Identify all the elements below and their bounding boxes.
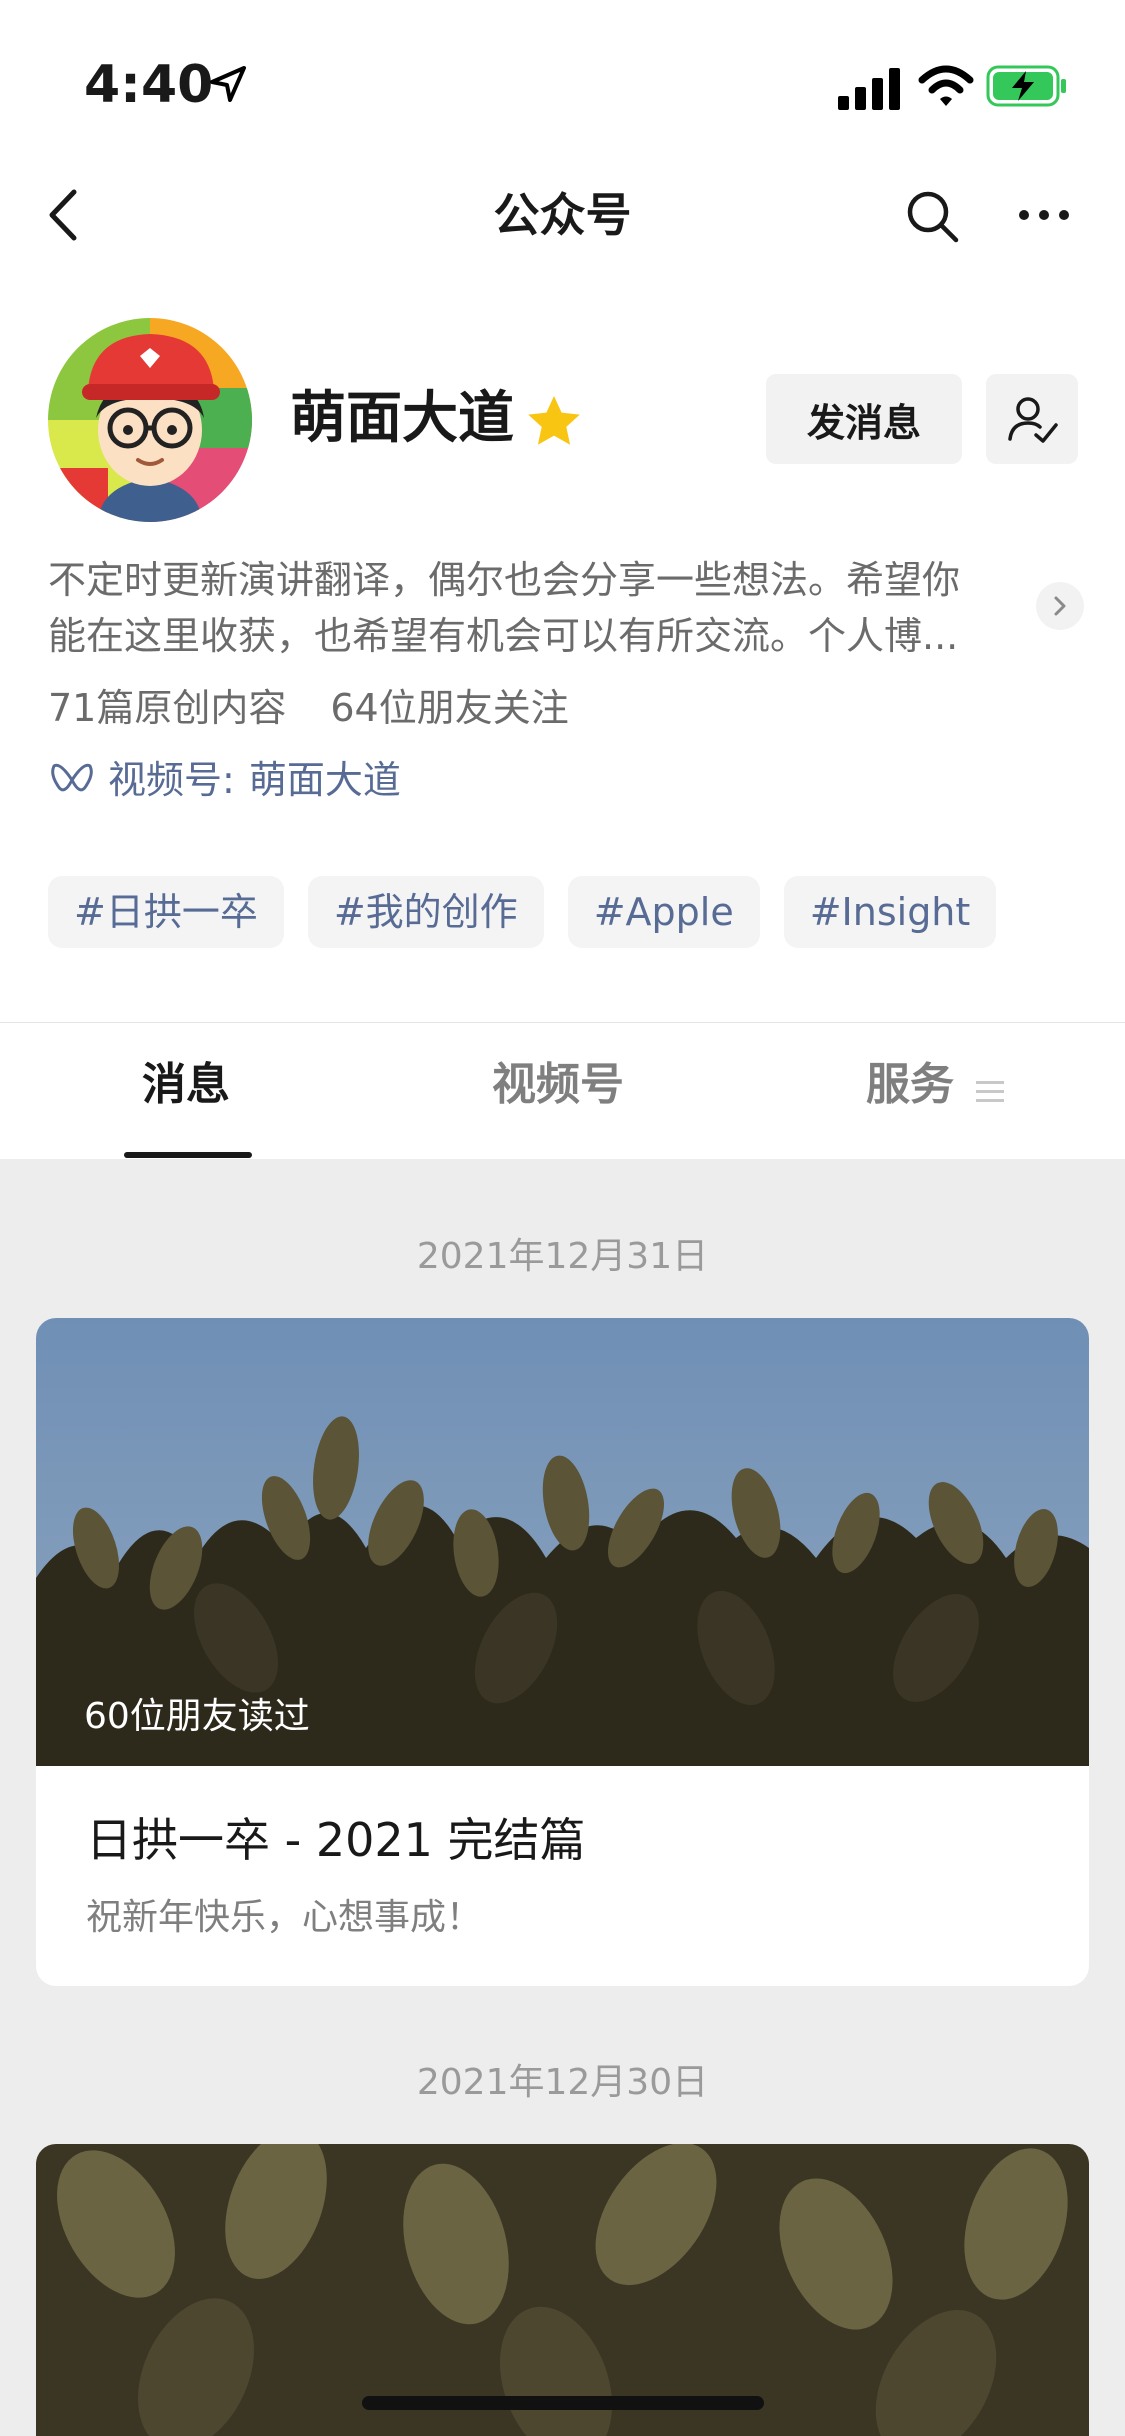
channel-link[interactable]: 视频号: 萌面大道	[108, 752, 401, 808]
feed-date: 2021年12月31日	[416, 1236, 709, 1277]
channels-butterfly-icon	[51, 763, 93, 792]
avatar[interactable]	[48, 318, 252, 522]
star-icon	[528, 396, 580, 445]
description-expand-button[interactable]	[1036, 582, 1084, 630]
article-cover-image: 60位朋友读过	[36, 1318, 1089, 1766]
account-description[interactable]: 不定时更新演讲翻译，偶尔也会分享一些想法。希望你 能在这里收获，也希望有机会可以…	[48, 552, 1023, 664]
article-subtitle: 祝新年快乐，心想事成！	[86, 1897, 483, 1938]
leaves-photo-icon	[36, 2144, 1089, 2436]
cellular-signal-icon	[838, 68, 900, 110]
account-stats: 71篇原创内容 64位朋友关注	[48, 680, 569, 736]
original-count: 71篇原创内容	[48, 686, 287, 730]
following-button[interactable]	[986, 374, 1078, 464]
article-card[interactable]: 60位朋友读过 日拱一卒 - 2021 完结篇 祝新年快乐，心想事成！	[36, 1318, 1089, 1986]
tab-services[interactable]: 服务	[866, 1055, 954, 1115]
battery-charging-icon	[986, 65, 1066, 107]
channel-label: 视频号:	[108, 758, 235, 802]
menu-lines-icon	[976, 1081, 1004, 1102]
location-arrow-icon	[210, 66, 246, 102]
friends-read-count: 60位朋友读过	[84, 1696, 310, 1737]
article-title: 日拱一卒 - 2021 完结篇	[86, 1813, 586, 1867]
channel-name: 萌面大道	[248, 758, 401, 802]
home-indicator	[362, 2396, 764, 2410]
chevron-right-icon	[1054, 596, 1066, 616]
description-line-2: 能在这里收获，也希望有机会可以有所交流。个人博...	[48, 614, 959, 658]
tab-messages[interactable]: 消息	[142, 1055, 230, 1115]
tag-chip[interactable]: #Insight	[783, 876, 997, 948]
tag-chip[interactable]: #日拱一卒	[48, 876, 284, 948]
tag-list: #日拱一卒 #我的创作 #Apple #Insight	[48, 876, 997, 948]
tab-channels[interactable]: 视频号	[492, 1055, 624, 1115]
user-check-icon	[1008, 397, 1058, 443]
account-name: 萌面大道	[290, 386, 514, 451]
article-card[interactable]	[36, 2144, 1089, 2436]
send-message-button[interactable]: 发消息	[766, 374, 962, 464]
feed-date: 2021年12月30日	[416, 2062, 709, 2103]
active-tab-indicator	[124, 1152, 252, 1158]
search-icon[interactable]	[904, 188, 960, 244]
wifi-icon	[918, 65, 974, 106]
content-tabs: 消息 视频号 服务	[0, 1022, 1125, 1159]
description-line-1: 不定时更新演讲翻译，偶尔也会分享一些想法。希望你	[48, 558, 961, 602]
tag-chip[interactable]: #我的创作	[307, 876, 544, 948]
friends-following[interactable]: 64位朋友关注	[330, 686, 568, 730]
tag-chip[interactable]: #Apple	[567, 876, 760, 948]
status-time: 4:40	[84, 55, 214, 115]
cartoon-avatar-icon	[48, 318, 252, 522]
more-options-icon[interactable]	[1016, 200, 1072, 230]
